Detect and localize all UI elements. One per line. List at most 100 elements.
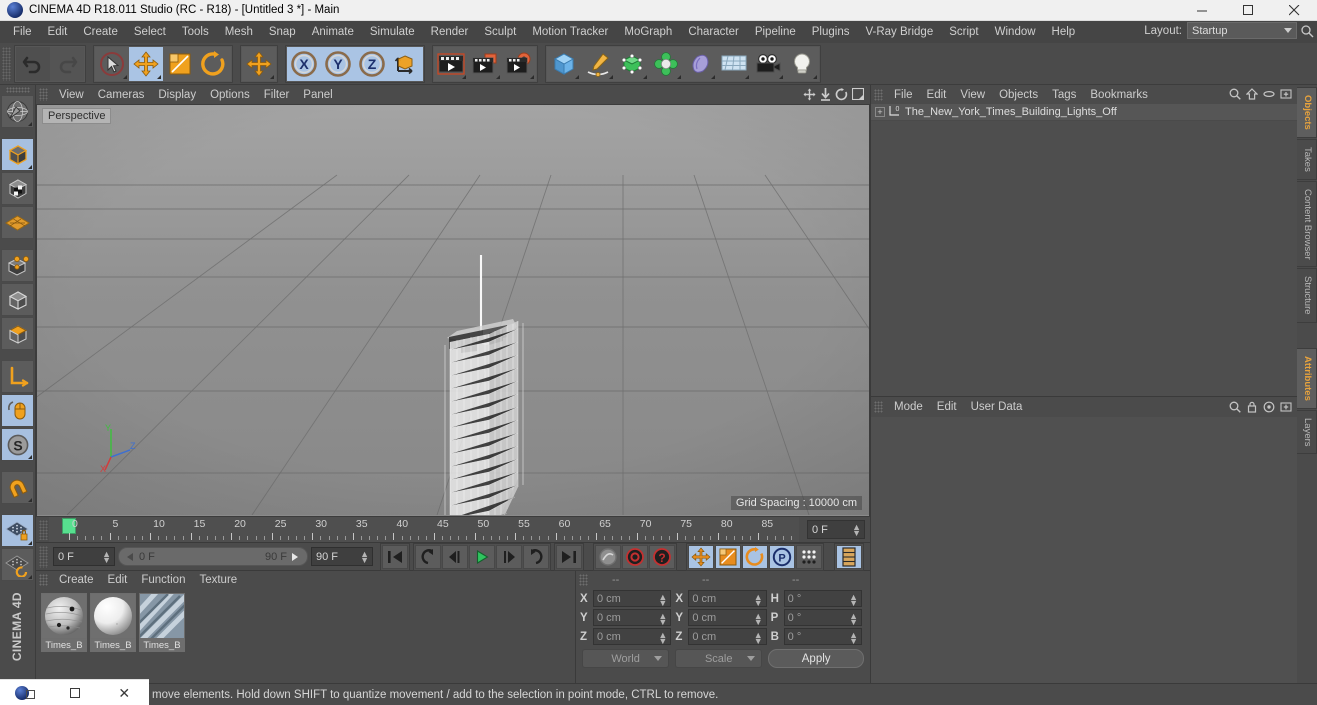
timeline-grip[interactable]	[39, 520, 48, 540]
coord-field-size-y[interactable]: 0 cm▲▼	[688, 609, 766, 626]
object-manager-body[interactable]: + 0 The_New_York_Times_Building_Lights_O…	[871, 104, 1297, 396]
workplane-mode-button[interactable]	[1, 206, 34, 239]
attribute-manager-grip[interactable]	[874, 401, 883, 413]
coord-field-rot-b[interactable]: 0 °▲▼	[784, 628, 862, 645]
lock-z-axis[interactable]: Z	[355, 47, 389, 81]
material-thumbnail[interactable]	[41, 593, 87, 639]
menu-item-script[interactable]: Script	[941, 24, 986, 40]
object-menu-file[interactable]: File	[887, 88, 920, 102]
object-manager-grip[interactable]	[874, 89, 883, 101]
minimize-button[interactable]	[1179, 0, 1225, 21]
undo-button[interactable]	[16, 47, 50, 81]
maximize-viewport-icon[interactable]	[852, 88, 864, 104]
spinner-icon[interactable]: ▲▼	[849, 632, 858, 644]
object-menu-bookmarks[interactable]: Bookmarks	[1083, 88, 1155, 102]
menu-item-window[interactable]: Window	[987, 24, 1044, 40]
expand-icon[interactable]: +	[875, 107, 885, 117]
coordinate-mode-dropdown[interactable]: Scale	[675, 649, 762, 668]
viewport-menu-filter[interactable]: Filter	[257, 88, 297, 102]
spinner-icon[interactable]: ▲▼	[754, 632, 763, 644]
rotation-key-button[interactable]	[742, 545, 768, 569]
material-thumbnail[interactable]	[90, 593, 136, 639]
object-menu-tags[interactable]: Tags	[1045, 88, 1083, 102]
open-timeline-button[interactable]	[836, 545, 862, 569]
add-cube-object[interactable]	[547, 47, 581, 81]
menu-item-mograph[interactable]: MoGraph	[616, 24, 680, 40]
add-floor[interactable]	[717, 47, 751, 81]
move-tool[interactable]	[129, 47, 163, 81]
render-view-button[interactable]	[434, 47, 468, 81]
menu-item-sculpt[interactable]: Sculpt	[476, 24, 524, 40]
make-editable-button[interactable]	[1, 95, 34, 128]
menu-item-plugins[interactable]: Plugins	[804, 24, 858, 40]
target-icon[interactable]	[1263, 401, 1275, 416]
viewport-grip[interactable]	[39, 88, 48, 101]
scale-tool[interactable]	[163, 47, 197, 81]
live-selection-tool[interactable]	[95, 47, 129, 81]
menu-item-animate[interactable]: Animate	[304, 24, 362, 40]
coordinate-manager-grip[interactable]	[579, 574, 588, 586]
apply-button[interactable]: Apply	[768, 649, 864, 668]
menu-item-file[interactable]: File	[5, 24, 40, 40]
viewport-menu-cameras[interactable]: Cameras	[91, 88, 152, 102]
material-thumbnail[interactable]	[139, 593, 185, 639]
preview-range-field[interactable]: 0 F 90 F	[118, 547, 308, 566]
viewport-menu-view[interactable]: View	[52, 88, 91, 102]
add-environment[interactable]	[683, 47, 717, 81]
material-item[interactable]: Times_B	[139, 593, 185, 652]
menu-item-motion-tracker[interactable]: Motion Tracker	[524, 24, 616, 40]
record-active-objects-button[interactable]	[622, 545, 648, 569]
go-to-end-button[interactable]	[556, 545, 582, 569]
material-menu-function[interactable]: Function	[134, 573, 192, 587]
tab-content-browser[interactable]: Content Browser	[1297, 181, 1317, 268]
go-to-start-button[interactable]	[382, 545, 408, 569]
render-settings-button[interactable]	[502, 47, 536, 81]
home-icon[interactable]	[1246, 88, 1258, 103]
coordinate-system-dropdown[interactable]: World	[582, 649, 669, 668]
play-backwards-button[interactable]	[442, 545, 468, 569]
toolbar-grip[interactable]	[2, 47, 11, 81]
play-forwards-button[interactable]	[469, 545, 495, 569]
object-menu-view[interactable]: View	[953, 88, 992, 102]
workplane-rotate-button[interactable]	[1, 548, 34, 581]
menu-item-snap[interactable]: Snap	[261, 24, 304, 40]
timeline-frame-field[interactable]: 0 F ▲▼	[807, 520, 865, 539]
spinner-icon[interactable]: ▲▼	[849, 613, 858, 625]
go-to-previous-key-button[interactable]	[415, 545, 441, 569]
menu-item-create[interactable]: Create	[75, 24, 126, 40]
pla-key-button[interactable]: P	[769, 545, 795, 569]
spinner-icon[interactable]: ▲▼	[360, 551, 369, 563]
zoom-viewport-icon[interactable]	[820, 88, 831, 104]
menu-item-vray-bridge[interactable]: V-Ray Bridge	[857, 24, 941, 40]
attribute-menu-edit[interactable]: Edit	[930, 400, 964, 414]
coord-field-rot-h[interactable]: 0 °▲▼	[784, 590, 862, 607]
attribute-menu-user-data[interactable]: User Data	[964, 400, 1030, 414]
render-to-picture-viewer-button[interactable]	[468, 47, 502, 81]
spinner-icon[interactable]: ▲▼	[754, 594, 763, 606]
position-key-button[interactable]	[688, 545, 714, 569]
coord-field-size-z[interactable]: 0 cm▲▼	[688, 628, 766, 645]
viewport-menu-options[interactable]: Options	[203, 88, 257, 102]
menu-item-tools[interactable]: Tools	[174, 24, 217, 40]
scale-key-button[interactable]	[715, 545, 741, 569]
maximize-button[interactable]	[1225, 0, 1271, 21]
attribute-manager-body[interactable]	[871, 417, 1297, 705]
tab-structure[interactable]: Structure	[1297, 268, 1317, 323]
coord-field-size-x[interactable]: 0 cm▲▼	[688, 590, 766, 607]
menu-item-help[interactable]: Help	[1044, 24, 1084, 40]
menu-item-character[interactable]: Character	[680, 24, 747, 40]
spinner-icon[interactable]: ▲▼	[658, 594, 667, 606]
object-menu-edit[interactable]: Edit	[920, 88, 954, 102]
fit-icon[interactable]	[1280, 88, 1292, 103]
edges-mode-button[interactable]	[1, 283, 34, 316]
search-icon[interactable]	[1301, 25, 1314, 41]
autokeying-button[interactable]	[595, 545, 621, 569]
tab-attributes[interactable]: Attributes	[1297, 348, 1317, 409]
points-mode-button[interactable]	[1, 249, 34, 282]
move-viewport-icon[interactable]	[803, 88, 816, 104]
add-deformer[interactable]	[649, 47, 683, 81]
material-item[interactable]: Times_B	[41, 593, 87, 652]
spinner-icon[interactable]: ▲▼	[754, 613, 763, 625]
point-level-animation-button[interactable]	[796, 545, 822, 569]
material-manager-grip[interactable]	[39, 574, 48, 586]
